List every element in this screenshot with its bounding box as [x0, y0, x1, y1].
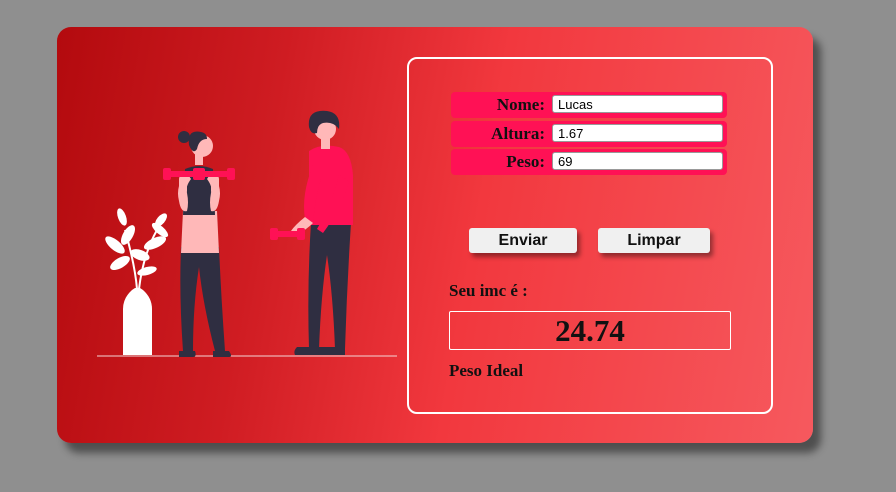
limpar-button[interactable]: Limpar: [598, 228, 710, 253]
man-figure: [270, 110, 353, 355]
nome-label: Nome:: [496, 95, 545, 114]
imc-form-panel: Nome: Altura: Peso: Enviar Limpar Seu im…: [407, 57, 773, 414]
altura-label: Altura:: [491, 124, 545, 143]
nome-input[interactable]: [552, 95, 723, 113]
woman-figure: [163, 131, 235, 357]
field-row-nome: Nome:: [451, 92, 727, 118]
field-row-altura: Altura:: [451, 121, 727, 147]
peso-label: Peso:: [506, 152, 545, 171]
fitness-illustration: [97, 110, 397, 357]
altura-input[interactable]: [552, 124, 723, 142]
field-row-peso: Peso:: [451, 149, 727, 175]
imc-card: Nome: Altura: Peso: Enviar Limpar Seu im…: [57, 27, 813, 443]
enviar-button[interactable]: Enviar: [469, 228, 577, 253]
result-label: Seu imc é :: [449, 281, 528, 300]
imc-result-value: 24.74: [449, 311, 731, 350]
vase: [123, 288, 152, 355]
peso-input[interactable]: [552, 152, 723, 170]
imc-status-text: Peso Ideal: [449, 361, 524, 380]
